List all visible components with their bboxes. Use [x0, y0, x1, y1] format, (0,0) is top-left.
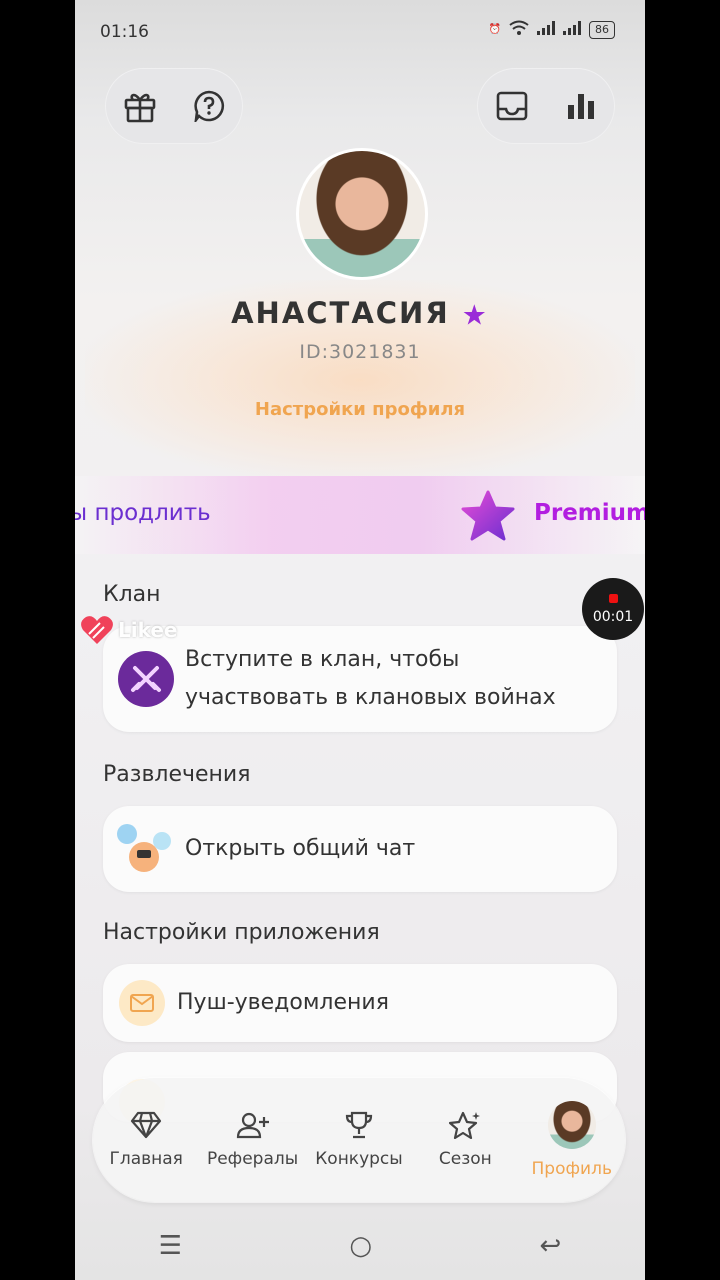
battery-indicator: 86	[589, 20, 615, 39]
banner-prolong-text: ы продлить	[75, 500, 211, 526]
app-screen: 01:16 ⏰ 86 АНАСТАСИЯ ★ ID:3021831 Настро…	[75, 0, 645, 1280]
likee-watermark-text: Likee	[118, 618, 178, 642]
stars-icon	[449, 1111, 481, 1139]
inbox-icon	[496, 91, 527, 121]
nav-item-contests[interactable]: Конкурсы	[307, 1111, 411, 1169]
nav-item-season[interactable]: Сезон	[413, 1111, 517, 1169]
profile-avatar[interactable]	[296, 148, 428, 280]
signal-icon	[537, 21, 555, 38]
home-circle-icon[interactable]: ○	[349, 1231, 372, 1261]
nav-avatar	[547, 1101, 596, 1149]
nav-label-season: Сезон	[438, 1149, 492, 1169]
gift-button[interactable]	[118, 84, 162, 128]
profile-name-row: АНАСТАСИЯ ★	[75, 296, 645, 332]
nav-label-contests: Конкурсы	[315, 1149, 403, 1169]
nav-label-referrals: Рефералы	[206, 1149, 299, 1169]
signal-icon-2	[563, 21, 581, 38]
stats-button[interactable]	[559, 84, 603, 128]
crossed-swords-icon	[118, 651, 174, 707]
record-dot-icon	[608, 593, 618, 603]
nav-label-home: Главная	[109, 1149, 183, 1169]
bar-chart-icon	[567, 94, 594, 119]
trophy-icon	[345, 1111, 373, 1139]
clan-card-text: Вступите в клан, чтобы участвовать в кла…	[185, 647, 556, 710]
clan-card[interactable]: Вступите в клан, чтобы участвовать в кла…	[103, 626, 617, 732]
gift-icon	[124, 93, 155, 123]
help-button[interactable]	[187, 84, 231, 128]
inbox-button[interactable]	[490, 84, 534, 128]
bottom-nav: Главная Рефералы Конкурсы Сезон Профиль	[93, 1078, 625, 1202]
banner-premium-label: Premium	[534, 500, 645, 526]
back-icon[interactable]: ↩	[539, 1231, 561, 1261]
status-bar: 01:16 ⏰ 86	[75, 0, 645, 66]
nav-item-home[interactable]: Главная	[94, 1111, 198, 1169]
recording-indicator[interactable]: 00:01	[582, 578, 644, 640]
recording-time: 00:01	[592, 608, 634, 625]
likee-watermark: Likee	[80, 614, 178, 646]
top-right-actions	[477, 68, 615, 144]
help-icon	[193, 90, 224, 122]
premium-banner[interactable]: ы продлить Premium	[75, 476, 645, 554]
wifi-icon	[509, 20, 529, 39]
status-indicators: ⏰ 86	[489, 20, 615, 39]
section-title-clan: Клан	[103, 582, 161, 607]
alarm-icon: ⏰	[488, 24, 501, 35]
section-title-app-settings: Настройки приложения	[103, 920, 380, 945]
push-notifications-text: Пуш-уведомления	[177, 990, 389, 1015]
profile-name: АНАСТАСИЯ	[231, 296, 450, 330]
nav-item-profile[interactable]: Профиль	[520, 1101, 624, 1179]
profile-settings-link[interactable]: Настройки профиля	[75, 399, 645, 420]
premium-star-icon: ★	[461, 298, 489, 332]
add-user-icon	[236, 1112, 269, 1139]
group-chat-text: Открыть общий чат	[185, 836, 416, 861]
push-notifications-card[interactable]: Пуш-уведомления	[103, 964, 617, 1042]
menu-icon[interactable]: ☰	[159, 1231, 182, 1261]
mail-icon	[119, 980, 165, 1026]
top-left-actions	[105, 68, 243, 144]
system-nav-bar: ☰ ○ ↩	[75, 1212, 645, 1280]
nav-item-referrals[interactable]: Рефералы	[201, 1111, 305, 1169]
group-chat-icon	[117, 820, 175, 878]
status-time: 01:16	[100, 22, 149, 42]
diamond-icon	[131, 1111, 162, 1139]
nav-label-profile: Профиль	[531, 1159, 612, 1179]
section-title-fun: Развлечения	[103, 762, 251, 787]
group-chat-card[interactable]: Открыть общий чат	[103, 806, 617, 892]
heart-icon	[81, 616, 113, 644]
profile-id: ID:3021831	[299, 341, 421, 363]
premium-star-icon	[461, 490, 515, 541]
